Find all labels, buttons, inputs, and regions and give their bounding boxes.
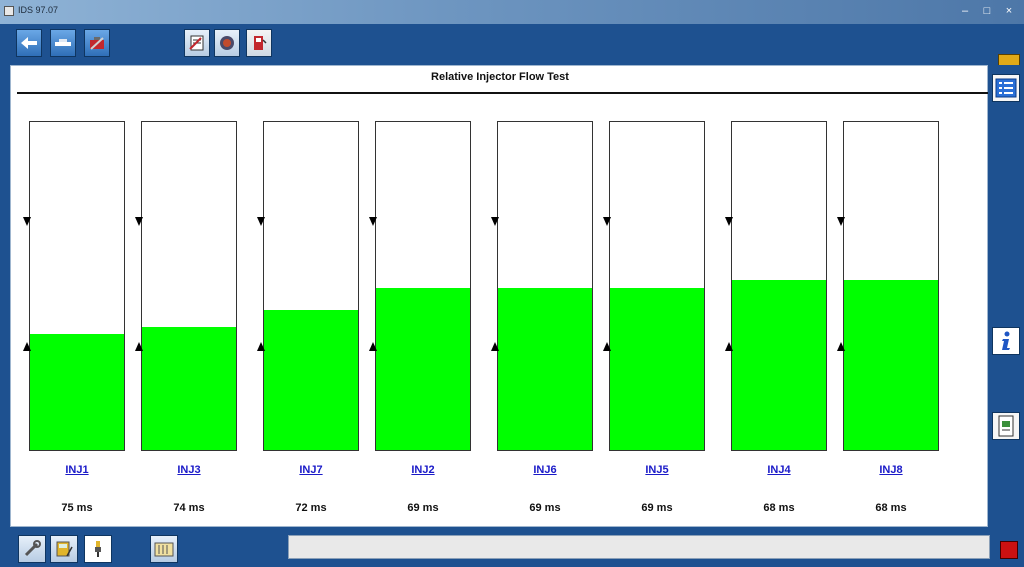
injector-value: 68 ms	[763, 502, 795, 514]
injector-link-inj1[interactable]: INJ1	[29, 464, 125, 476]
injector-bar	[369, 121, 471, 451]
injector-link-inj2[interactable]: INJ2	[375, 464, 471, 476]
injector-bar-fill	[610, 287, 704, 450]
gauge-icon	[220, 36, 234, 50]
injector-bar-fill	[142, 326, 236, 450]
minimize-button[interactable]: –	[954, 3, 976, 19]
status-bar	[288, 535, 990, 559]
injector-flow-panel: Relative Injector Flow Test INJ1 INJ3 IN…	[10, 65, 991, 527]
wrench-button[interactable]	[18, 535, 46, 563]
injector-bar-frame	[29, 121, 125, 451]
window-title: IDS 97.07	[18, 5, 59, 15]
injector-bar	[23, 121, 125, 451]
multimeter-button[interactable]	[50, 535, 78, 563]
fuel-pump-icon	[254, 36, 267, 50]
probe-icon	[95, 541, 101, 557]
list-icon	[995, 78, 1017, 98]
vehicle-button[interactable]	[50, 29, 76, 57]
injector-link-inj8[interactable]: INJ8	[843, 464, 939, 476]
injector-bar	[491, 121, 593, 451]
injector-bar-fill	[30, 333, 124, 450]
upper-limit-marker	[603, 217, 611, 226]
injector-link-inj7[interactable]: INJ7	[263, 464, 359, 476]
injector-bar	[837, 121, 939, 451]
stop-button[interactable]	[1000, 541, 1018, 559]
upper-limit-marker	[257, 217, 265, 226]
panel-title: Relative Injector Flow Test	[431, 71, 569, 83]
injector-link-inj3[interactable]: INJ3	[141, 464, 237, 476]
upper-limit-marker	[491, 217, 499, 226]
injector-bar-fill	[844, 280, 938, 450]
injector-value: 72 ms	[295, 502, 327, 514]
upper-limit-marker	[135, 217, 143, 226]
injector-bar-frame	[375, 121, 471, 451]
lower-limit-marker	[725, 342, 733, 351]
probe-button[interactable]	[84, 535, 112, 563]
injector-value: 69 ms	[529, 502, 561, 514]
injector-bar-frame	[609, 121, 705, 451]
multimeter-icon	[56, 541, 73, 557]
lower-limit-marker	[23, 342, 31, 351]
injector-value: 69 ms	[407, 502, 439, 514]
info-icon	[1002, 331, 1010, 350]
injector-link-inj4[interactable]: INJ4	[731, 464, 827, 476]
injector-bar-frame	[141, 121, 237, 451]
close-button[interactable]: ×	[998, 3, 1020, 19]
injector-bar	[725, 121, 827, 451]
fuel-pump-button[interactable]	[246, 29, 272, 57]
document-icon	[998, 415, 1014, 437]
toolbox-icon	[90, 37, 104, 50]
battery-icon	[154, 542, 174, 557]
lower-limit-marker	[837, 342, 845, 351]
injector-bar	[603, 121, 705, 451]
title-bar: IDS 97.07 – □ ×	[0, 0, 1024, 24]
upper-limit-marker	[837, 217, 845, 226]
injector-bar-fill	[264, 309, 358, 450]
lower-limit-marker	[369, 342, 377, 351]
injector-bar	[257, 121, 359, 451]
document-button[interactable]	[992, 412, 1020, 440]
injector-bar-fill	[498, 287, 592, 450]
datalogger-icon	[189, 35, 204, 51]
app-icon	[4, 6, 14, 16]
injector-bar-frame	[263, 121, 359, 451]
datalogger-button[interactable]	[184, 29, 210, 57]
lower-limit-marker	[603, 342, 611, 351]
vehicle-icon	[55, 39, 71, 46]
injector-value: 69 ms	[641, 502, 673, 514]
injector-bar-frame	[497, 121, 593, 451]
upper-limit-marker	[23, 217, 31, 226]
right-sidebar	[988, 65, 1024, 527]
injector-bar	[135, 121, 237, 451]
gauge-button[interactable]	[214, 29, 240, 57]
back-button[interactable]	[16, 29, 42, 57]
list-button[interactable]	[992, 74, 1020, 102]
lower-limit-marker	[491, 342, 499, 351]
battery-button[interactable]	[150, 535, 178, 563]
wrench-icon	[24, 540, 41, 557]
maximize-button[interactable]: □	[976, 3, 998, 19]
injector-value: 68 ms	[875, 502, 907, 514]
upper-limit-marker	[369, 217, 377, 226]
injector-value: 74 ms	[173, 502, 205, 514]
injector-link-inj5[interactable]: INJ5	[609, 464, 705, 476]
injector-bar-frame	[731, 121, 827, 451]
lower-limit-marker	[135, 342, 143, 351]
app-window: IDS 97.07 – □ × Relative Injector Flow T…	[0, 0, 1024, 567]
injector-link-inj6[interactable]: INJ6	[497, 464, 593, 476]
back-arrow-icon	[21, 37, 37, 49]
injector-bar-frame	[843, 121, 939, 451]
injector-bar-fill	[732, 280, 826, 450]
injector-value: 75 ms	[61, 502, 93, 514]
toolbar	[0, 24, 1024, 78]
injector-bar-fill	[376, 287, 470, 450]
title-divider	[17, 92, 991, 94]
toolbox-button[interactable]	[84, 29, 110, 57]
upper-limit-marker	[725, 217, 733, 226]
info-button[interactable]	[992, 327, 1020, 355]
lower-limit-marker	[257, 342, 265, 351]
